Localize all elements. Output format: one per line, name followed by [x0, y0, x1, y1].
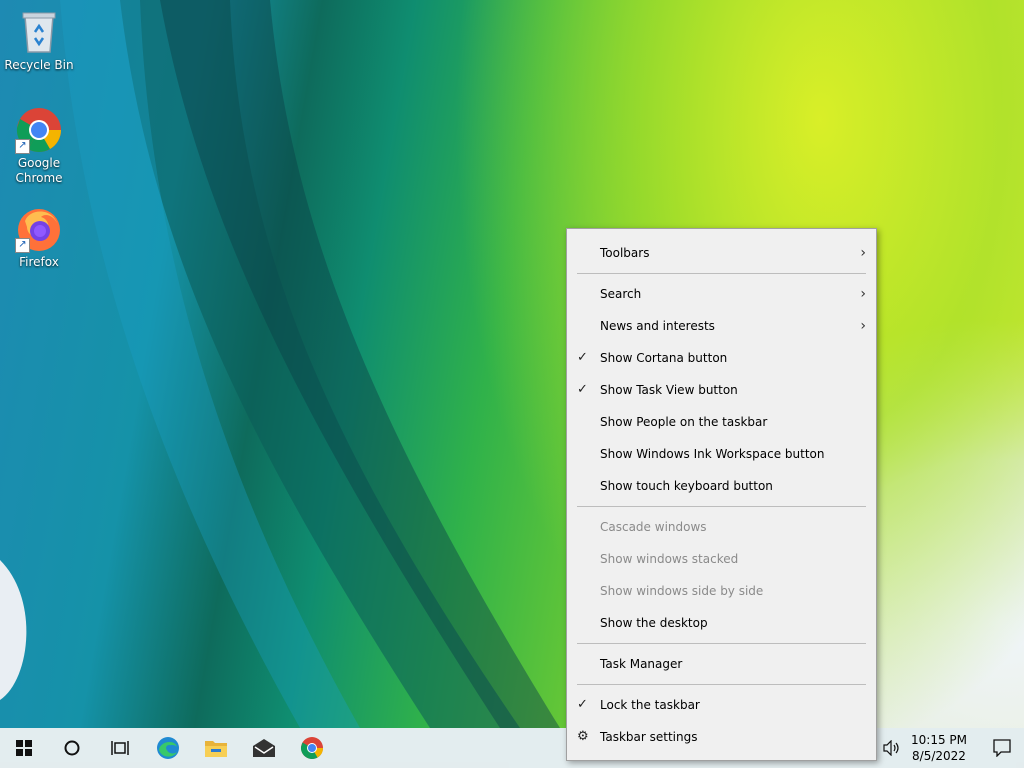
firefox-icon: ↗ [15, 205, 63, 253]
menu-item-show-ink-workspace[interactable]: Show Windows Ink Workspace button [567, 438, 876, 470]
menu-item-label: Toolbars [600, 246, 650, 260]
menu-item-label: Show Windows Ink Workspace button [600, 447, 825, 461]
checkmark-icon: ✓ [577, 697, 588, 712]
menu-item-search[interactable]: Search › [567, 278, 876, 310]
desktop-icon-firefox[interactable]: ↗ Firefox [1, 205, 77, 270]
menu-item-taskbar-settings[interactable]: ⚙ Taskbar settings [567, 721, 876, 753]
edge-icon [157, 737, 179, 759]
menu-item-label: Search [600, 287, 642, 301]
menu-item-label: Task Manager [600, 657, 683, 671]
menu-separator [577, 506, 866, 507]
action-center-button[interactable] [980, 728, 1024, 768]
menu-item-label: Show touch keyboard button [600, 479, 773, 493]
system-tray: 10:15 PM 8/5/2022 [880, 728, 1024, 768]
menu-item-label: Show People on the taskbar [600, 415, 768, 429]
chrome-icon [300, 737, 323, 759]
menu-item-show-touch-keyboard[interactable]: Show touch keyboard button [567, 470, 876, 502]
menu-item-toolbars[interactable]: Toolbars › [567, 237, 876, 269]
menu-item-label: News and interests [600, 319, 715, 333]
submenu-arrow-icon: › [860, 318, 866, 334]
edge-taskbar-button[interactable] [144, 728, 192, 768]
desktop-icon-label: Google Chrome [15, 156, 63, 185]
mail-taskbar-button[interactable] [240, 728, 288, 768]
cortana-circle-icon [64, 740, 80, 756]
menu-item-cascade-windows: Cascade windows [567, 511, 876, 543]
menu-item-show-people[interactable]: Show People on the taskbar [567, 406, 876, 438]
file-explorer-taskbar-button[interactable] [192, 728, 240, 768]
shortcut-arrow-icon: ↗ [15, 139, 30, 154]
chrome-icon: ↗ [15, 106, 63, 154]
menu-separator [577, 643, 866, 644]
gear-icon: ⚙ [577, 729, 589, 744]
recycle-bin-icon [15, 8, 63, 56]
menu-item-windows-side-by-side: Show windows side by side [567, 575, 876, 607]
task-view-button[interactable] [96, 728, 144, 768]
desktop-icon-label: Firefox [19, 255, 59, 269]
menu-item-show-task-view-button[interactable]: ✓ Show Task View button [567, 374, 876, 406]
cortana-button[interactable] [48, 728, 96, 768]
checkmark-icon: ✓ [577, 350, 588, 365]
menu-item-windows-stacked: Show windows stacked [567, 543, 876, 575]
desktop-icon-recycle-bin[interactable]: Recycle Bin [1, 8, 77, 73]
taskbar-context-menu: Toolbars › Search › News and interests ›… [566, 228, 877, 761]
taskbar-clock[interactable]: 10:15 PM 8/5/2022 [904, 732, 974, 764]
shortcut-arrow-icon: ↗ [15, 238, 30, 253]
file-explorer-icon [205, 741, 227, 757]
submenu-arrow-icon: › [860, 245, 866, 261]
menu-item-label: Show Task View button [600, 383, 738, 397]
chrome-taskbar-button[interactable] [288, 728, 336, 768]
menu-item-label: Lock the taskbar [600, 698, 700, 712]
menu-item-label: Show Cortana button [600, 351, 728, 365]
menu-item-label: Cascade windows [600, 520, 707, 534]
desktop-icon-label: Recycle Bin [4, 58, 74, 72]
notification-icon [993, 739, 1011, 757]
menu-item-show-cortana-button[interactable]: ✓ Show Cortana button [567, 342, 876, 374]
task-view-icon [111, 741, 129, 755]
speaker-icon [883, 740, 899, 756]
menu-separator [577, 684, 866, 685]
menu-item-task-manager[interactable]: Task Manager [567, 648, 876, 680]
desktop-icon-google-chrome[interactable]: ↗ Google Chrome [1, 106, 77, 186]
menu-item-lock-taskbar[interactable]: ✓ Lock the taskbar [567, 689, 876, 721]
menu-item-label: Show the desktop [600, 616, 708, 630]
checkmark-icon: ✓ [577, 382, 588, 397]
start-button[interactable] [0, 728, 48, 768]
clock-date: 8/5/2022 [912, 749, 966, 763]
menu-item-label: Show windows stacked [600, 552, 739, 566]
menu-item-news-and-interests[interactable]: News and interests › [567, 310, 876, 342]
mail-icon [253, 739, 275, 757]
windows-logo-icon [16, 740, 32, 756]
clock-time: 10:15 PM [911, 733, 967, 747]
menu-item-show-desktop[interactable]: Show the desktop [567, 607, 876, 639]
menu-separator [577, 273, 866, 274]
menu-item-label: Show windows side by side [600, 584, 764, 598]
volume-button[interactable] [880, 728, 904, 768]
menu-item-label: Taskbar settings [600, 730, 698, 744]
submenu-arrow-icon: › [860, 286, 866, 302]
